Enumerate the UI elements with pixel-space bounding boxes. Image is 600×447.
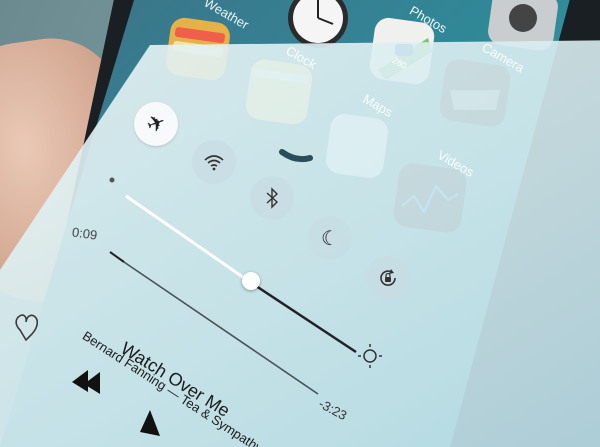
wifi-toggle[interactable]: [192, 140, 236, 184]
bluetooth-icon: [266, 187, 279, 209]
heart-icon[interactable]: [10, 318, 40, 346]
play-icon[interactable]: [134, 404, 166, 438]
brightness-low-icon: [104, 172, 120, 188]
brightness-high-icon: [360, 346, 380, 366]
do-not-disturb-toggle[interactable]: ☾: [308, 216, 352, 260]
airplane-icon: ✈: [142, 108, 169, 139]
airplane-mode-toggle[interactable]: ✈: [134, 102, 178, 146]
rewind-icon[interactable]: [68, 366, 104, 398]
rotation-lock-icon: [380, 269, 396, 286]
rotation-lock-toggle[interactable]: [366, 256, 410, 300]
bluetooth-toggle[interactable]: [250, 176, 294, 220]
moon-icon: ☾: [321, 227, 339, 250]
wifi-icon: [204, 155, 224, 171]
brightness-slider-thumb[interactable]: [242, 272, 260, 290]
photo-scene: Weather Clock Photos Camera Maps Videos …: [0, 0, 600, 447]
